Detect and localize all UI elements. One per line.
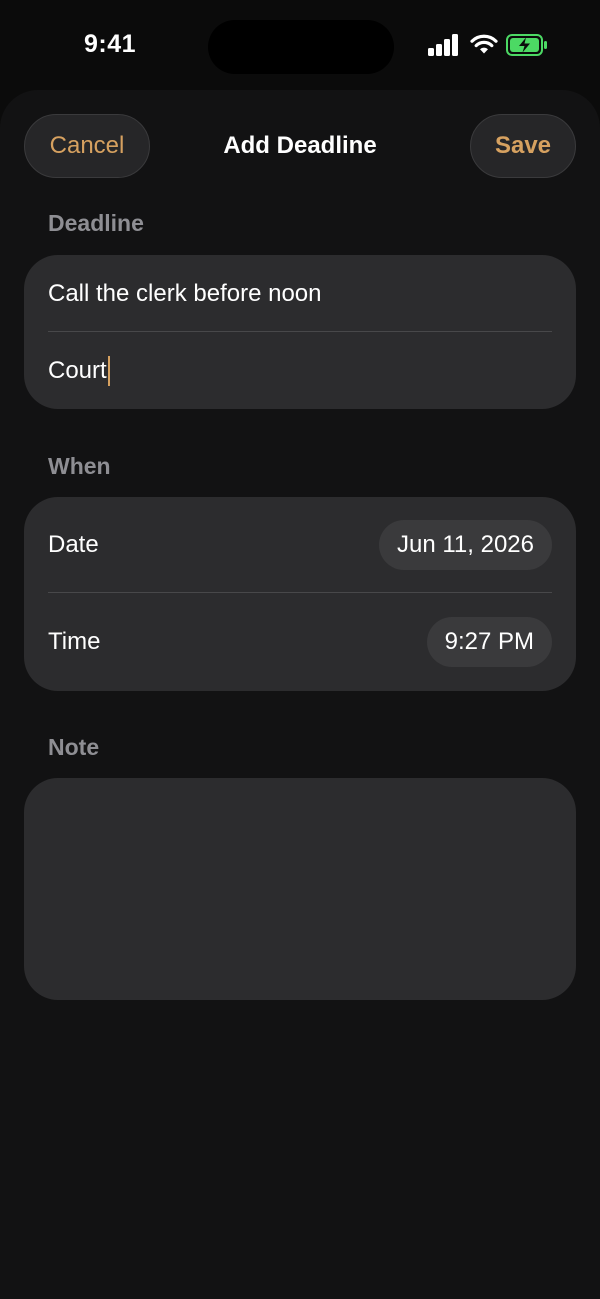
status-bar: 9:41 — [0, 0, 600, 92]
save-button[interactable]: Save — [470, 114, 576, 178]
screen: 9:41 Cancel Add Deadline Save Deadline C… — [0, 0, 600, 1299]
deadline-section-header: Deadline — [48, 210, 144, 236]
deadline-group: Call the clerk before noon Court — [24, 255, 576, 409]
dynamic-island — [208, 20, 394, 74]
deadline-title-value: Call the clerk before noon — [48, 279, 322, 307]
deadline-category-field[interactable]: Court — [48, 332, 552, 409]
add-deadline-sheet: Cancel Add Deadline Save Deadline Call t… — [0, 90, 600, 1299]
when-group: Date Jun 11, 2026 Time 9:27 PM — [24, 497, 576, 691]
when-section-header: When — [48, 453, 111, 479]
deadline-category-value: Court — [48, 356, 107, 384]
status-time: 9:41 — [84, 30, 137, 58]
date-label: Date — [48, 531, 99, 558]
time-label: Time — [48, 628, 101, 655]
text-cursor — [107, 355, 110, 386]
cellular-signal-icon — [428, 34, 462, 56]
date-row: Date Jun 11, 2026 — [48, 497, 552, 593]
time-row: Time 9:27 PM — [48, 593, 552, 691]
battery-charging-icon — [506, 34, 547, 56]
date-picker-button[interactable]: Jun 11, 2026 — [378, 520, 552, 570]
note-text-area[interactable] — [24, 778, 576, 1000]
wifi-icon — [470, 34, 498, 54]
note-section-header: Note — [48, 734, 100, 760]
time-picker-button[interactable]: 9:27 PM — [426, 617, 552, 667]
deadline-title-field[interactable]: Call the clerk before noon — [48, 255, 552, 332]
